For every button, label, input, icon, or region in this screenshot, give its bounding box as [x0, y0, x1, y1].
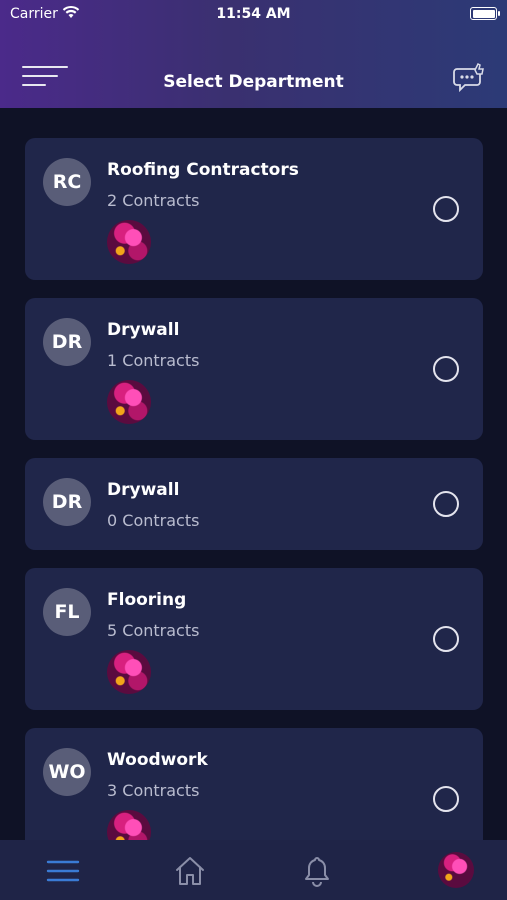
bell-icon[interactable] [300, 854, 334, 888]
page-title: Select Department [163, 72, 344, 92]
clock: 11:54 AM [216, 6, 291, 22]
select-radio[interactable] [433, 786, 459, 812]
battery-icon [470, 7, 500, 20]
contractor-avatar [107, 650, 151, 694]
contracts-count: 5 Contracts [107, 621, 200, 640]
department-card[interactable]: RC Roofing Contractors 2 Contracts [25, 138, 483, 280]
profile-avatar[interactable] [438, 852, 474, 888]
department-initials-avatar: DR [43, 478, 91, 526]
chat-bubble-icon[interactable] [453, 60, 487, 94]
department-name: Drywall [107, 480, 180, 500]
select-radio[interactable] [433, 626, 459, 652]
department-initials-avatar: RC [43, 158, 91, 206]
select-radio[interactable] [433, 356, 459, 382]
department-card[interactable]: DR Drywall 0 Contracts [25, 458, 483, 550]
contracts-count: 2 Contracts [107, 191, 200, 210]
department-name: Drywall [107, 320, 180, 340]
department-initials-avatar: DR [43, 318, 91, 366]
department-card[interactable]: FL Flooring 5 Contracts [25, 568, 483, 710]
department-name: Roofing Contractors [107, 160, 299, 180]
select-radio[interactable] [433, 491, 459, 517]
department-name: Woodwork [107, 750, 208, 770]
contractor-avatar [107, 380, 151, 424]
top-header: Carrier 11:54 AM Select Department [0, 0, 507, 108]
contracts-count: 3 Contracts [107, 781, 200, 800]
department-name: Flooring [107, 590, 187, 610]
contracts-count: 0 Contracts [107, 511, 200, 530]
department-card[interactable]: DR Drywall 1 Contracts [25, 298, 483, 440]
select-radio[interactable] [433, 196, 459, 222]
status-bar: Carrier 11:54 AM [0, 0, 507, 28]
menu-tab-icon[interactable] [46, 854, 80, 888]
bottom-tab-bar [0, 840, 507, 900]
contracts-count: 1 Contracts [107, 351, 200, 370]
department-initials-avatar: FL [43, 588, 91, 636]
contractor-avatar [107, 220, 151, 264]
department-initials-avatar: WO [43, 748, 91, 796]
home-icon[interactable] [173, 854, 207, 888]
